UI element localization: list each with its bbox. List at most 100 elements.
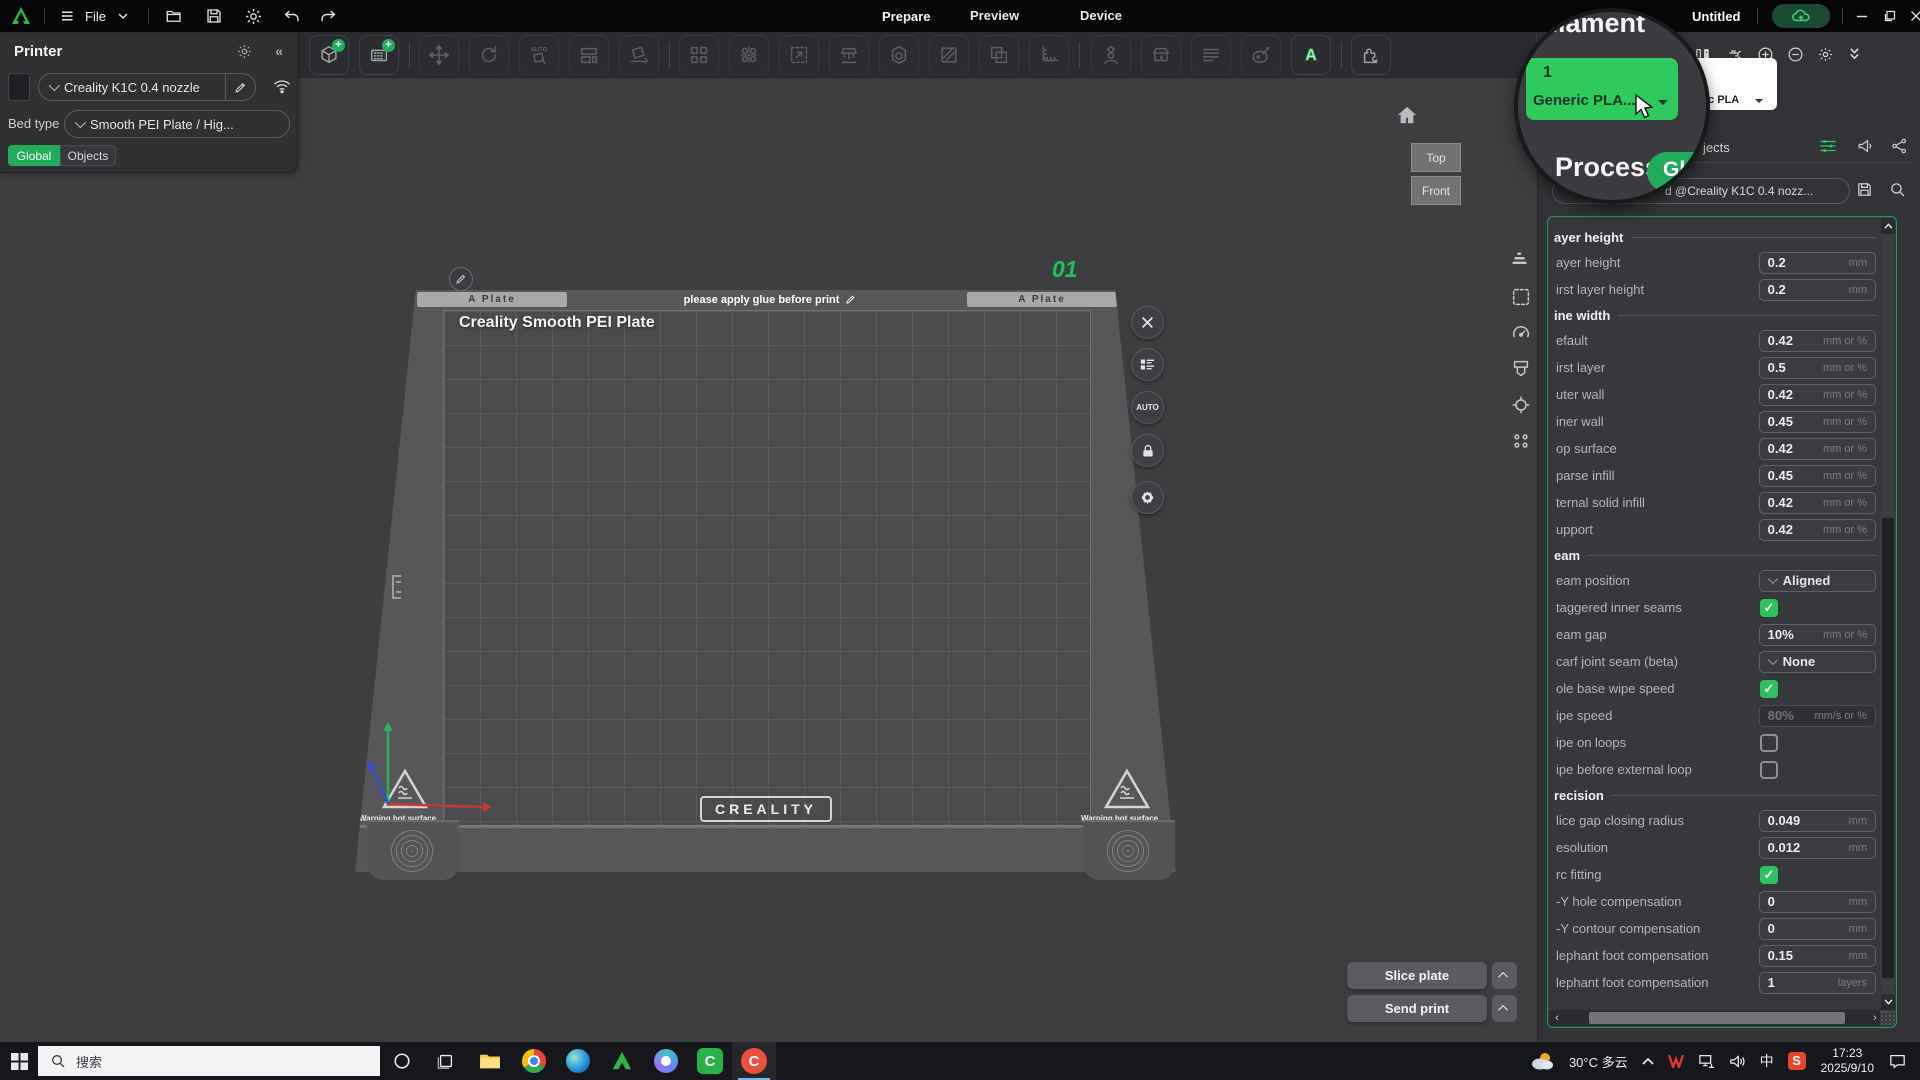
settings-gear-icon[interactable] — [239, 3, 269, 29]
layers-toggle-icon[interactable] — [1508, 248, 1534, 274]
param-value-input[interactable]: 0.42mm or % — [1759, 330, 1876, 352]
network-tray-icon[interactable] — [1691, 1042, 1722, 1080]
scrollbar-thumb[interactable] — [1882, 518, 1894, 978]
param-value-input[interactable]: 0mm — [1759, 891, 1876, 913]
cloud-upload-button[interactable] — [1772, 4, 1830, 28]
tab-objects[interactable]: Objects — [60, 145, 116, 166]
undo-icon[interactable] — [277, 3, 307, 29]
add-model-button[interactable]: + — [309, 35, 349, 75]
open-folder-icon[interactable] — [159, 3, 189, 29]
green-app-button[interactable]: C — [688, 1042, 732, 1080]
param-value-input[interactable]: 0.5mm or % — [1759, 357, 1876, 379]
menu-chevron-icon[interactable] — [108, 3, 138, 29]
bed-type-select[interactable]: Smooth PEI Plate / Hig... — [64, 110, 290, 138]
start-button[interactable] — [0, 1042, 38, 1080]
tab-device[interactable]: Device — [1062, 8, 1140, 23]
collapse-chevrons-icon[interactable] — [1848, 46, 1861, 61]
param-value-input[interactable]: 0.049mm — [1759, 810, 1876, 832]
wps-tray-icon[interactable] — [1661, 1042, 1691, 1080]
redo-icon[interactable] — [313, 3, 343, 29]
weather-text[interactable]: 30°C 多云 — [1562, 1042, 1635, 1080]
edit-plate-name-button[interactable] — [449, 267, 473, 291]
auto-arrange-button[interactable]: AUTO — [1131, 391, 1164, 424]
param-checkbox[interactable] — [1760, 734, 1778, 752]
param-checkbox[interactable] — [1760, 761, 1778, 779]
advanced-sliders-icon[interactable] — [1819, 138, 1837, 154]
slice-plate-button[interactable]: Slice plate — [1347, 962, 1487, 989]
param-checkbox[interactable]: ✓ — [1760, 866, 1778, 884]
param-value-input[interactable]: 0.15mm — [1759, 945, 1876, 967]
maximize-button[interactable] — [1876, 0, 1904, 32]
lock-plate-button[interactable] — [1131, 434, 1164, 467]
ime-indicator[interactable]: 中 — [1753, 1042, 1781, 1080]
announce-megaphone-icon[interactable] — [1857, 138, 1875, 154]
chrome-button[interactable] — [512, 1042, 556, 1080]
plate-settings-button[interactable] — [1131, 481, 1164, 514]
save-preset-icon[interactable] — [1856, 181, 1873, 198]
close-plate-button[interactable] — [1131, 306, 1164, 339]
file-explorer-button[interactable] — [468, 1042, 512, 1080]
tab-prepare[interactable]: Prepare — [862, 4, 950, 29]
creality-slicer-button[interactable] — [600, 1042, 644, 1080]
param-value-input[interactable]: 0.012mm — [1759, 837, 1876, 859]
weather-icon[interactable] — [1522, 1042, 1562, 1080]
scroll-down-button[interactable] — [1881, 994, 1895, 1010]
share-nodes-icon[interactable] — [1891, 138, 1908, 154]
save-icon[interactable] — [199, 3, 229, 29]
edge-button[interactable] — [556, 1042, 600, 1080]
param-value-input[interactable]: 10%mm or % — [1759, 624, 1876, 646]
home-view-button[interactable] — [1396, 105, 1418, 125]
param-value-input[interactable]: 0.45mm or % — [1759, 411, 1876, 433]
tab-objects-clipped[interactable]: jects — [1703, 140, 1730, 155]
horizontal-scrollbar[interactable]: ‹ › — [1549, 1010, 1883, 1026]
creality-print-button[interactable]: C — [732, 1042, 776, 1080]
param-value-input[interactable]: 0.42mm or % — [1759, 492, 1876, 514]
printer-settings-icon[interactable] — [236, 43, 253, 60]
collapse-panel-button[interactable]: « — [275, 43, 283, 59]
close-button[interactable] — [1902, 0, 1920, 32]
edit-printer-button[interactable] — [225, 74, 255, 100]
slice-options-button[interactable] — [1492, 962, 1517, 989]
vertical-scrollbar[interactable] — [1881, 218, 1895, 1010]
clock[interactable]: 17:23 2025/9/10 — [1813, 1046, 1882, 1076]
param-select[interactable]: Aligned — [1759, 570, 1876, 592]
param-value-input[interactable]: 0.2mm — [1759, 252, 1876, 274]
tab-preview[interactable]: Preview — [952, 8, 1037, 23]
assembly-button[interactable] — [1351, 35, 1391, 75]
tray-expand-button[interactable] — [1635, 1042, 1661, 1080]
add-plate-button[interactable]: + — [359, 35, 399, 75]
remove-filament-icon[interactable] — [1787, 46, 1804, 63]
param-value-input[interactable]: 0.45mm or % — [1759, 465, 1876, 487]
volume-tray-icon[interactable] — [1722, 1042, 1753, 1080]
tune-toggle-icon[interactable] — [1508, 392, 1534, 418]
grid-apps-toggle-icon[interactable] — [1508, 428, 1534, 454]
scroll-up-button[interactable] — [1881, 218, 1895, 234]
search-params-icon[interactable] — [1889, 181, 1906, 198]
sogou-tray-icon[interactable]: S — [1781, 1042, 1813, 1080]
scroll-left-button[interactable]: ‹ — [1549, 1012, 1565, 1024]
send-options-button[interactable] — [1492, 995, 1517, 1022]
notification-center-button[interactable] — [1882, 1042, 1920, 1080]
param-value-input[interactable]: 0.42mm or % — [1759, 519, 1876, 541]
tab-global-magnified[interactable]: Glo — [1647, 152, 1710, 192]
param-value-input[interactable]: 0.2mm — [1759, 279, 1876, 301]
printer-select[interactable]: Creality K1C 0.4 nozzle — [38, 73, 256, 101]
filament-settings-icon[interactable] — [1817, 46, 1834, 63]
cloud-app-button[interactable] — [644, 1042, 688, 1080]
send-print-button[interactable]: Send print — [1347, 995, 1487, 1022]
speed-gauge-toggle-icon[interactable] — [1508, 320, 1534, 346]
param-value-input[interactable]: 1layers — [1759, 972, 1876, 994]
tab-global[interactable]: Global — [8, 145, 60, 166]
param-select[interactable]: None — [1759, 651, 1876, 673]
file-menu[interactable]: File — [85, 9, 106, 24]
view-top-button[interactable]: Top — [1411, 143, 1461, 172]
frame-select-toggle-icon[interactable] — [1508, 284, 1534, 310]
param-checkbox[interactable]: ✓ — [1760, 680, 1778, 698]
view-front-button[interactable]: Front — [1411, 176, 1461, 205]
minimize-button[interactable] — [1848, 0, 1876, 32]
printer-toggle-icon[interactable] — [1508, 356, 1534, 382]
cortana-button[interactable] — [380, 1042, 424, 1080]
param-value-input[interactable]: 0mm — [1759, 918, 1876, 940]
param-checkbox[interactable]: ✓ — [1760, 599, 1778, 617]
param-value-input[interactable]: 0.42mm or % — [1759, 438, 1876, 460]
